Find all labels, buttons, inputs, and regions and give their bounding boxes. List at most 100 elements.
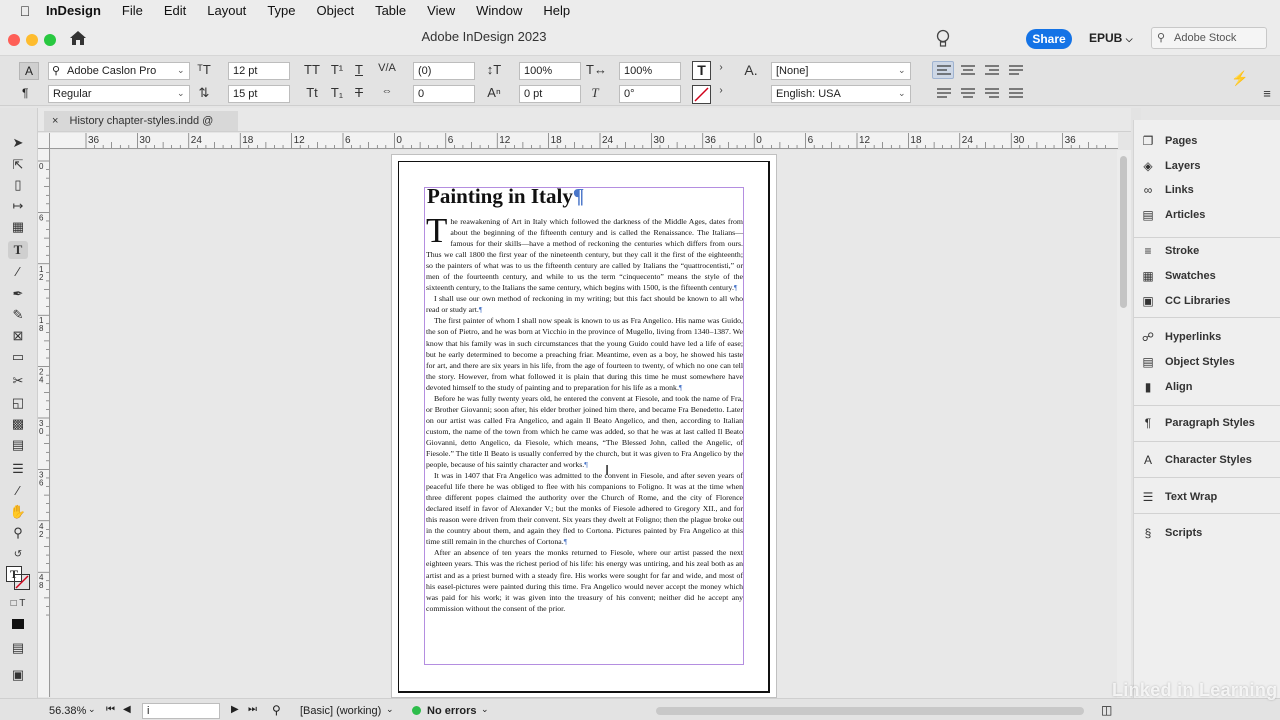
body-text[interactable]: The reawakening of Art in Italy which fo… [426,213,743,614]
chevron-down-icon[interactable]: ⌄ [481,704,489,715]
vertical-scale-field[interactable]: 100% [519,62,581,80]
panel-menu-icon[interactable]: ≡ [1258,86,1276,101]
font-family-field[interactable]: ⚲ Adobe Caslon Pro [48,62,190,80]
preflight-status[interactable]: No errors [427,705,477,717]
fill-color-icon[interactable]: T [692,61,711,80]
panel-align[interactable]: ▮ Align [1140,376,1193,398]
menu-layout[interactable]: Layout [207,3,246,18]
horizontal-scroll-thumb[interactable] [656,707,1084,715]
baseline-shift-field[interactable]: 0 pt [519,85,581,103]
vertical-scroll-thumb[interactable] [1120,156,1127,308]
screen-mode-icon[interactable]: ▤ [8,639,28,657]
panel-scripts[interactable]: § Scripts [1140,522,1203,544]
panel-object-styles[interactable]: ▤ Object Styles [1140,351,1234,373]
stroke-color-icon[interactable] [692,85,711,104]
share-button[interactable]: Share [1026,29,1072,49]
first-page-icon[interactable]: ⏮ [106,704,115,715]
page-number-field[interactable]: i [142,703,220,719]
document-heading[interactable]: Painting in Italy¶ [427,184,584,209]
gap-tool-icon[interactable]: ↦ [8,197,28,215]
menu-table[interactable]: Table [375,3,406,18]
document-page[interactable]: Painting in Italy¶ The reawakening of Ar… [391,154,777,698]
document-tab[interactable]: × History chapter-styles.indd @ 56% [44,111,238,147]
panel-cc-libraries[interactable]: ▣ CC Libraries [1140,290,1230,312]
vertical-ruler[interactable]: 0612182430364248 [38,149,50,697]
close-tab-icon[interactable]: × [52,115,58,127]
next-page-icon[interactable]: ▶ [231,704,239,715]
rectangle-tool-icon[interactable]: ▭ [8,348,28,366]
apply-color-icon[interactable] [8,616,28,634]
note-tool-icon[interactable]: ☰ [8,460,28,478]
adobe-stock-search[interactable]: ⚲ Adobe Stock [1151,27,1267,49]
skew-field[interactable]: 0° [619,85,681,103]
paragraph-mode-icon[interactable]: ¶ [22,86,28,100]
menu-app[interactable]: InDesign [46,3,101,18]
rectangle-frame-tool-icon[interactable]: ⊠ [8,327,28,345]
panel-character-styles[interactable]: A Character Styles [1140,449,1252,471]
line-tool-icon[interactable]: ∕ [8,263,28,281]
zoom-level[interactable]: 56.38% [49,705,86,717]
menu-edit[interactable]: Edit [164,3,186,18]
preview-mode-icon[interactable]: ▣ [8,666,28,684]
default-colors-icon[interactable]: ↺ [8,546,28,564]
menu-type[interactable]: Type [267,3,295,18]
character-style-field[interactable]: [None] [771,62,911,80]
lightbulb-icon[interactable] [936,29,950,48]
horizontal-ruler[interactable]: 36 30 24 18 12 6 0 6 12 18 24 30 36 0 6 12 18 24 30 36 [50,133,1118,149]
open-preflight-icon[interactable]: ⚲ [272,703,281,717]
formatting-text-icon[interactable]: □ T [8,595,28,613]
type-tool-icon[interactable]: T [8,241,28,259]
free-transform-tool-icon[interactable]: ◱ [8,394,28,412]
menu-file[interactable]: File [122,3,143,18]
pen-tool-icon[interactable]: ✒ [8,285,28,303]
chevron-down-icon[interactable]: ⌄ [386,704,394,715]
content-collector-icon[interactable]: ▦ [8,218,28,236]
page-tool-icon[interactable]: ▯ [8,176,28,194]
chevron-down-icon[interactable]: ⌄ [88,704,96,715]
panel-hyperlinks[interactable]: ☍ Hyperlinks [1140,326,1221,348]
tracking-field[interactable]: 0 [413,85,475,103]
menu-view[interactable]: View [427,3,455,18]
chevron-right-icon[interactable]: › [712,85,730,96]
underline-button[interactable]: T [350,62,368,77]
panel-paragraph-styles[interactable]: ¶ Paragraph Styles [1140,412,1255,434]
leading-field[interactable]: 15 pt [228,85,290,103]
all-caps-button[interactable]: TT [302,62,322,77]
gradient-swatch-tool-icon[interactable]: ▩ [8,415,28,433]
panel-stroke[interactable]: ≡ Stroke [1140,240,1199,262]
lightning-icon[interactable]: ⚡ [1231,70,1249,87]
hand-tool-icon[interactable]: ✋ [8,503,28,521]
panel-text-wrap[interactable]: ☰ Text Wrap [1140,486,1218,508]
panel-layers[interactable]: ◈ Layers [1140,155,1200,177]
strikethrough-button[interactable]: T [350,85,368,100]
split-window-icon[interactable]: ◫ [1101,703,1112,717]
superscript-button[interactable]: T¹ [328,62,346,77]
chevron-down-icon[interactable]: ⌄ [898,88,906,99]
direct-selection-tool-icon[interactable]: ⇱ [8,156,28,174]
chevron-down-icon[interactable]: ⌄ [177,88,185,99]
font-style-field[interactable]: Regular [48,85,190,103]
apple-icon[interactable]:  [16,3,34,19]
horizontal-scale-field[interactable]: 100% [619,62,681,80]
language-field[interactable]: English: USA [771,85,911,103]
kerning-field[interactable]: (0) [413,62,475,80]
vertical-scrollbar[interactable] [1117,150,1131,698]
eyedropper-tool-icon[interactable]: ⁄ [8,482,28,500]
menu-window[interactable]: Window [476,3,522,18]
text-frame[interactable]: Painting in Italy¶ The reawakening of Ar… [424,184,744,665]
subscript-button[interactable]: T₁ [328,85,346,100]
previous-page-icon[interactable]: ◀ [123,704,131,715]
scissors-tool-icon[interactable]: ✂ [8,372,28,390]
last-page-icon[interactable]: ⏭ [248,704,257,715]
zoom-tool-icon[interactable]: ⚲ [8,524,28,542]
workspace-switcher[interactable]: EPUB ⌵ [1089,31,1133,45]
chevron-right-icon[interactable]: › [712,62,730,73]
small-caps-button[interactable]: Tt [302,85,322,100]
menu-object[interactable]: Object [317,3,355,18]
menu-help[interactable]: Help [543,3,570,18]
ruler-origin[interactable] [38,133,50,149]
character-mode-icon[interactable]: A [19,62,39,80]
chevron-down-icon[interactable]: ⌄ [177,65,185,76]
selection-tool-icon[interactable]: ➤ [8,134,28,152]
fill-stroke-swatch[interactable]: T [6,566,30,590]
